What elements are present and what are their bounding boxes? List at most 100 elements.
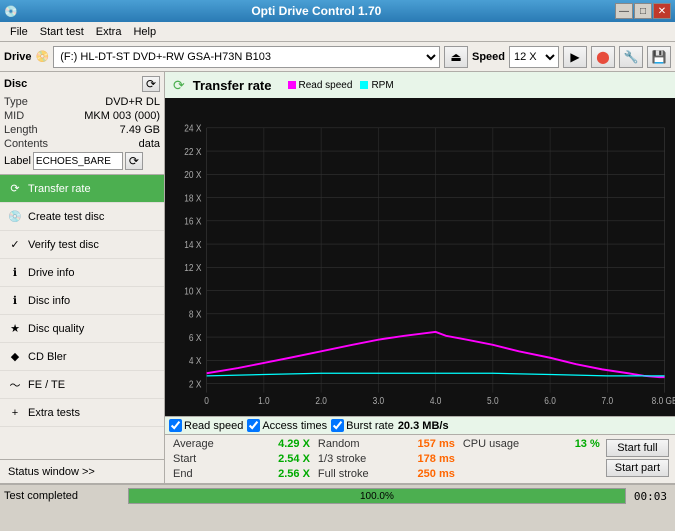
nav-create-test-disc-label: Create test disc: [28, 211, 104, 223]
cd-bler-icon: ◆: [8, 350, 22, 364]
read-speed-checkbox[interactable]: [169, 419, 182, 432]
chart-title: Transfer rate: [193, 78, 272, 93]
drive-select[interactable]: (F:) HL-DT-ST DVD+-RW GSA-H73N B103: [53, 46, 440, 68]
nav-disc-quality-label: Disc quality: [28, 323, 84, 335]
stroke13-label: 1/3 stroke: [318, 453, 366, 465]
nav-extra-tests[interactable]: + Extra tests: [0, 399, 164, 427]
burst-rate-checkbox[interactable]: [331, 419, 344, 432]
nav-transfer-rate-label: Transfer rate: [28, 183, 91, 195]
random-label: Random: [318, 438, 360, 450]
time-display: 00:03: [630, 490, 671, 503]
average-value: 4.29 X: [278, 438, 310, 450]
stats-numbers: Average 4.29 X Start 2.54 X End 2.56 X R…: [165, 434, 675, 483]
svg-text:6 X: 6 X: [189, 332, 202, 343]
speed-confirm-button[interactable]: ▶: [563, 46, 587, 68]
read-speed-check[interactable]: Read speed: [169, 419, 243, 432]
drivebar: Drive 📀 (F:) HL-DT-ST DVD+-RW GSA-H73N B…: [0, 42, 675, 72]
maximize-button[interactable]: □: [634, 3, 652, 19]
svg-text:3.0: 3.0: [373, 395, 385, 406]
disc-info-panel: Disc ⟳ Type DVD+R DL MID MKM 003 (000) L…: [0, 72, 164, 175]
svg-text:1.0: 1.0: [258, 395, 270, 406]
status-window-button[interactable]: Status window >>: [0, 459, 164, 483]
menu-help[interactable]: Help: [127, 24, 162, 40]
chart-icon: ⟳: [173, 77, 185, 94]
cpu-label: CPU usage: [463, 438, 519, 450]
nav-fe-te-label: FE / TE: [28, 379, 65, 391]
svg-text:16 X: 16 X: [184, 216, 202, 227]
disc-contents-label: Contents: [4, 138, 48, 150]
nav-items: ⟳ Transfer rate 💿 Create test disc ✓ Ver…: [0, 175, 164, 459]
progress-bar: 100.0%: [128, 488, 626, 504]
disc-mid-label: MID: [4, 110, 24, 122]
action2-button[interactable]: 🔧: [619, 46, 643, 68]
svg-text:12 X: 12 X: [184, 262, 202, 273]
nav-cd-bler[interactable]: ◆ CD Bler: [0, 343, 164, 371]
nav-verify-test-disc[interactable]: ✓ Verify test disc: [0, 231, 164, 259]
eject-button[interactable]: ⏏: [444, 46, 468, 68]
disc-label-refresh-button[interactable]: ⟳: [125, 152, 143, 170]
nav-create-test-disc[interactable]: 💿 Create test disc: [0, 203, 164, 231]
svg-text:5.0: 5.0: [487, 395, 499, 406]
menubar: File Start test Extra Help: [0, 22, 675, 42]
stat-col-2: Random 157 ms 1/3 stroke 178 ms Full str…: [314, 437, 459, 481]
fe-te-icon: 〜: [8, 378, 22, 392]
verify-test-disc-icon: ✓: [8, 238, 22, 252]
stat-full-stroke-row: Full stroke 250 ms: [314, 467, 459, 481]
disc-label-input[interactable]: [33, 152, 123, 170]
start-label: Start: [173, 453, 196, 465]
disc-mid-value: MKM 003 (000): [84, 110, 160, 122]
legend-rpm-label: RPM: [371, 80, 393, 91]
progress-percent: 100.0%: [129, 489, 625, 503]
access-times-checkbox[interactable]: [247, 419, 260, 432]
app-icon: 💿: [4, 5, 18, 18]
burst-rate-check-label: Burst rate: [346, 420, 394, 432]
random-value: 157 ms: [418, 438, 455, 450]
svg-text:0: 0: [204, 395, 209, 406]
stat-average-row: Average 4.29 X: [169, 437, 314, 451]
nav-drive-info[interactable]: ℹ Drive info: [0, 259, 164, 287]
speed-select[interactable]: 12 X: [509, 46, 559, 68]
burst-rate-check[interactable]: Burst rate: [331, 419, 394, 432]
disc-length-value: 7.49 GB: [120, 124, 160, 136]
svg-text:20 X: 20 X: [184, 169, 202, 180]
svg-text:18 X: 18 X: [184, 193, 202, 204]
start-full-button[interactable]: Start full: [606, 439, 669, 457]
nav-fe-te[interactable]: 〜 FE / TE: [0, 371, 164, 399]
create-test-disc-icon: 💿: [8, 210, 22, 224]
legend-read-speed-dot: [288, 81, 296, 89]
menu-extra[interactable]: Extra: [90, 24, 128, 40]
disc-section-title: Disc: [4, 78, 27, 90]
stroke13-value: 178 ms: [418, 453, 455, 465]
disc-length-label: Length: [4, 124, 38, 136]
close-button[interactable]: ✕: [653, 3, 671, 19]
titlebar: 💿 Opti Drive Control 1.70 — □ ✕: [0, 0, 675, 22]
drive-info-icon: ℹ: [8, 266, 22, 280]
statusbar: Test completed 100.0% 00:03: [0, 483, 675, 507]
full-stroke-label: Full stroke: [318, 468, 369, 480]
nav-disc-info[interactable]: ℹ Disc info: [0, 287, 164, 315]
nav-drive-info-label: Drive info: [28, 267, 74, 279]
stat-end-row: End 2.56 X: [169, 467, 314, 481]
erase-button[interactable]: ⬤: [591, 46, 615, 68]
nav-disc-quality[interactable]: ★ Disc quality: [0, 315, 164, 343]
nav-transfer-rate[interactable]: ⟳ Transfer rate: [0, 175, 164, 203]
start-part-button[interactable]: Start part: [606, 459, 669, 477]
access-times-check[interactable]: Access times: [247, 419, 327, 432]
svg-text:2.0: 2.0: [315, 395, 327, 406]
legend-rpm: RPM: [360, 80, 393, 91]
minimize-button[interactable]: —: [615, 3, 633, 19]
extra-tests-icon: +: [8, 406, 22, 420]
svg-text:8.0 GB: 8.0 GB: [652, 395, 675, 406]
drive-icon: 📀: [36, 50, 50, 63]
save-button[interactable]: 💾: [647, 46, 671, 68]
svg-text:7.0: 7.0: [602, 395, 614, 406]
svg-text:4 X: 4 X: [189, 355, 202, 366]
stat-random-row: Random 157 ms: [314, 437, 459, 451]
disc-type-value: DVD+R DL: [105, 96, 160, 108]
disc-refresh-button[interactable]: ⟳: [142, 76, 160, 92]
svg-text:4.0: 4.0: [430, 395, 442, 406]
menu-file[interactable]: File: [4, 24, 34, 40]
cpu-value: 13 %: [575, 438, 600, 450]
menu-start-test[interactable]: Start test: [34, 24, 90, 40]
nav-extra-tests-label: Extra tests: [28, 407, 80, 419]
